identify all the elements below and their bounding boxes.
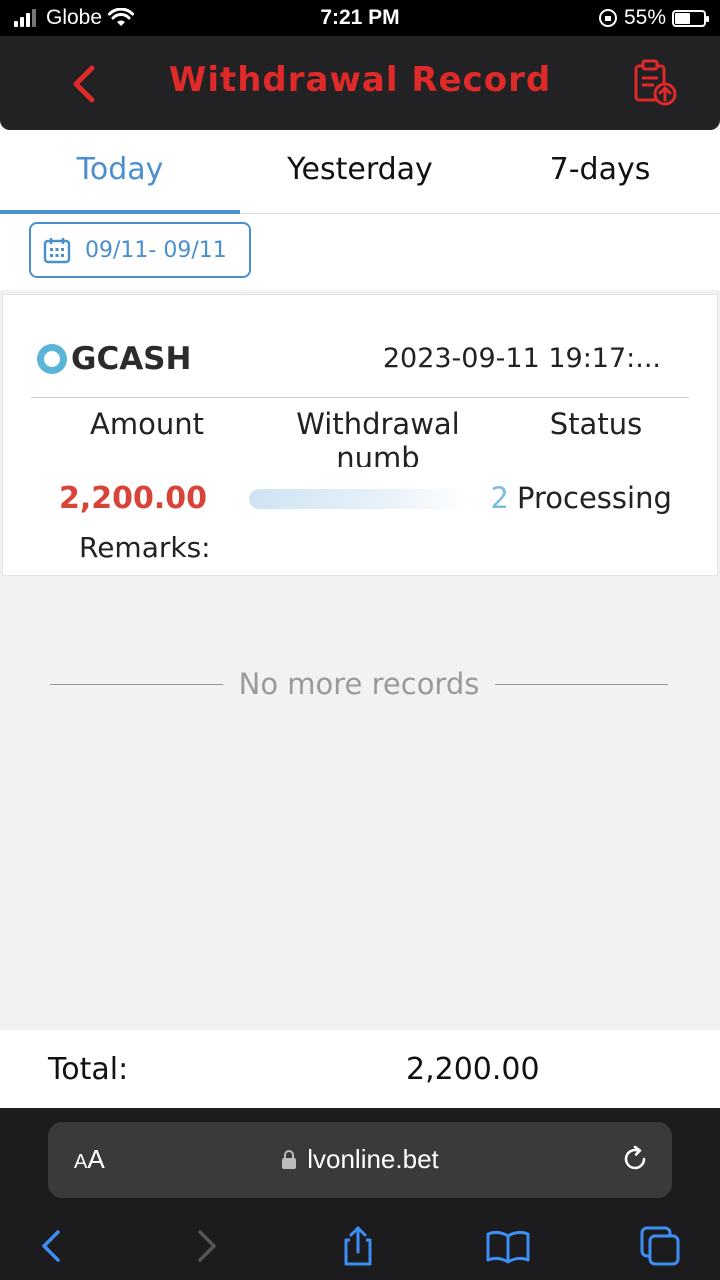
address-bar[interactable]: AA lvonline.bet — [48, 1122, 672, 1198]
calendar-icon — [43, 238, 71, 264]
withdrawal-number-value: 2 — [249, 481, 509, 515]
status-value: Processing — [517, 481, 672, 515]
battery-percent: 55% — [623, 6, 666, 29]
tab-7-days[interactable]: 7-days — [480, 152, 720, 187]
bookmarks-icon[interactable] — [484, 1222, 532, 1270]
no-more-records-text: No more records — [238, 667, 480, 701]
url-text: lvonline.bet — [307, 1144, 439, 1174]
redacted-number — [249, 489, 469, 509]
payment-method-label: GCASH — [71, 341, 192, 377]
clipboard-upload-icon[interactable] — [632, 58, 678, 106]
reload-icon[interactable] — [620, 1144, 650, 1174]
amount-value: 2,200.00 — [59, 481, 208, 516]
gcash-logo-icon — [37, 344, 67, 374]
date-range-label: 09/11- 09/11 — [85, 237, 227, 263]
withdrawal-record-card[interactable]: GCASH 2023-09-11 19:17:... Amount Withdr… — [2, 294, 718, 576]
page-title: Withdrawal Record — [168, 60, 552, 100]
total-label: Total: — [48, 1052, 129, 1087]
record-timestamp: 2023-09-11 19:17:... — [382, 343, 661, 374]
browser-toolbar: AA lvonline.bet — [0, 1108, 720, 1280]
forward-arrow-icon[interactable] — [182, 1222, 230, 1270]
divider — [495, 683, 668, 685]
tabs-icon[interactable] — [636, 1222, 684, 1270]
total-bar: Total: 2,200.00 — [0, 1030, 720, 1108]
battery-icon — [672, 9, 709, 27]
date-range-tabs: Today Yesterday 7-days — [0, 130, 720, 214]
tab-today[interactable]: Today — [0, 152, 240, 187]
remarks-label: Remarks: — [79, 531, 211, 564]
share-icon[interactable] — [334, 1222, 382, 1270]
url-display: lvonline.bet — [48, 1144, 672, 1175]
app-header: Withdrawal Record — [0, 36, 720, 130]
divider — [31, 397, 689, 398]
back-arrow-icon[interactable] — [28, 1222, 76, 1270]
tab-yesterday[interactable]: Yesterday — [240, 152, 480, 187]
withdrawal-number-header: Withdrawal numb — [296, 407, 460, 467]
status-header: Status — [549, 407, 643, 441]
withdrawal-number-tail: 2 — [490, 481, 509, 515]
divider — [50, 683, 223, 685]
date-range-button[interactable]: 09/11- 09/11 — [29, 222, 251, 278]
amount-header: Amount — [90, 407, 204, 441]
status-bar: Globe 7:21 PM 55% — [0, 0, 720, 36]
payment-method: GCASH — [37, 341, 191, 377]
lock-icon — [282, 1149, 297, 1169]
total-value: 2,200.00 — [406, 1052, 540, 1087]
end-of-list: No more records — [50, 664, 668, 704]
orientation-lock-icon — [598, 9, 617, 27]
filter-bar: 09/11- 09/11 — [0, 214, 720, 290]
